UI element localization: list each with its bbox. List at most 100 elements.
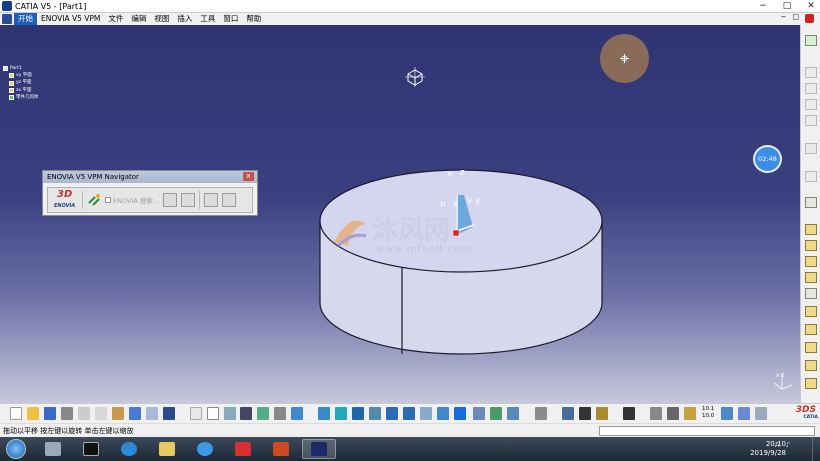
cut-icon[interactable]: [78, 407, 90, 420]
fly-mode-icon[interactable]: [318, 407, 330, 420]
material-icon[interactable]: [535, 407, 547, 420]
close-button[interactable]: ✕: [804, 0, 818, 12]
taskbar-app-xmind[interactable]: [226, 439, 260, 459]
mdi-close-button[interactable]: [805, 14, 814, 23]
tool-button[interactable]: [805, 342, 817, 353]
analysis-icon[interactable]: [291, 407, 303, 420]
tree-item-part-body[interactable]: 零件几何体: [3, 94, 39, 101]
sort-icon[interactable]: [738, 407, 750, 420]
zoom-in-icon[interactable]: [386, 407, 398, 420]
zoom-out-icon[interactable]: [403, 407, 415, 420]
tool-button[interactable]: [805, 99, 817, 110]
taskbar-app-powerpoint[interactable]: [264, 439, 298, 459]
volume-icon[interactable]: ♪: [786, 441, 790, 449]
connect-icon[interactable]: [87, 193, 101, 207]
taskbar-app-calculator[interactable]: [36, 439, 70, 459]
maximize-button[interactable]: □: [780, 0, 794, 12]
tool-button[interactable]: [805, 240, 817, 251]
tool-button[interactable]: [805, 171, 817, 182]
measure-icon[interactable]: [274, 407, 286, 420]
menu-file[interactable]: 文件: [104, 13, 127, 25]
swap-space-icon[interactable]: [507, 407, 519, 420]
shading-icon[interactable]: [473, 407, 485, 420]
menu-tools[interactable]: 工具: [196, 13, 219, 25]
compass-widget[interactable]: [600, 34, 649, 83]
tool-button[interactable]: [805, 197, 817, 208]
redo-icon[interactable]: [146, 407, 158, 420]
show-desktop-button[interactable]: [812, 437, 820, 461]
new-file-icon[interactable]: [10, 407, 22, 420]
tool-button[interactable]: [805, 288, 817, 299]
menu-window[interactable]: 窗口: [219, 13, 242, 25]
enovia-search-button[interactable]: ENOVIA 搜索...: [105, 195, 159, 205]
command-input[interactable]: [599, 426, 815, 436]
tool-button[interactable]: [805, 83, 817, 94]
copy-icon[interactable]: [95, 407, 107, 420]
orientation-cube-icon[interactable]: [404, 66, 426, 88]
formula-icon[interactable]: [190, 407, 202, 420]
tree-item-yz-plane[interactable]: yz 平面: [3, 79, 39, 86]
grid-icon[interactable]: [562, 407, 574, 420]
pan-icon[interactable]: [352, 407, 364, 420]
document-icon[interactable]: [2, 14, 12, 24]
table-icon[interactable]: [240, 407, 252, 420]
tree-root-part[interactable]: Part1: [3, 65, 39, 72]
search-checkbox[interactable]: [105, 197, 111, 203]
tools-icon[interactable]: [684, 407, 696, 420]
tree-item-zx-plane[interactable]: zx 平面: [3, 87, 39, 94]
navigator-tool-4-button[interactable]: [222, 193, 237, 207]
taskbar-app-terminal[interactable]: [74, 439, 108, 459]
sketcher-tool-button[interactable]: [805, 35, 817, 46]
fit-all-icon[interactable]: [335, 407, 347, 420]
navigator-tool-3-button[interactable]: [204, 193, 219, 207]
undo-icon[interactable]: [129, 407, 141, 420]
taskbar-app-browser[interactable]: [112, 439, 146, 459]
open-file-icon[interactable]: [27, 407, 39, 420]
menu-view[interactable]: 视图: [150, 13, 173, 25]
menu-enovia-vpm[interactable]: ENOVIA V5 VPM: [37, 13, 104, 25]
navigator-tool-2-button[interactable]: [181, 193, 196, 207]
mask-icon[interactable]: [579, 407, 591, 420]
menu-edit[interactable]: 编辑: [127, 13, 150, 25]
taskbar-app-catia[interactable]: [302, 439, 336, 459]
camera-icon[interactable]: [623, 407, 635, 420]
menu-help[interactable]: 帮助: [242, 13, 265, 25]
normal-view-icon[interactable]: [420, 407, 432, 420]
tree-item-xy-plane[interactable]: xy 平面: [3, 72, 39, 79]
3d-viewport[interactable]: Part1 xy 平面 yz 平面 zx 平面 零件几何体 v z u x v …: [0, 25, 800, 403]
menu-start[interactable]: 开始: [14, 13, 37, 25]
help-icon[interactable]: [163, 407, 175, 420]
snap-icon[interactable]: [721, 407, 733, 420]
tree-icon[interactable]: [257, 407, 269, 420]
navigator-tool-1-button[interactable]: [163, 193, 178, 207]
tool-button[interactable]: [805, 224, 817, 235]
tool-button[interactable]: [805, 324, 817, 335]
tool-button[interactable]: [805, 67, 817, 78]
multi-view-icon[interactable]: [437, 407, 449, 420]
taskbar-app-ie[interactable]: [188, 439, 222, 459]
rotate-icon[interactable]: [369, 407, 381, 420]
navigator-close-button[interactable]: x: [243, 172, 254, 181]
mdi-restore-button[interactable]: □: [792, 13, 799, 23]
tool-button[interactable]: [805, 378, 817, 389]
tool-button[interactable]: [805, 306, 817, 317]
comment-icon[interactable]: [207, 407, 219, 420]
tool-button[interactable]: [805, 115, 817, 126]
tool-button[interactable]: [805, 360, 817, 371]
tool-button[interactable]: [805, 143, 817, 154]
tool-button[interactable]: [805, 272, 817, 283]
light-icon[interactable]: [596, 407, 608, 420]
taskbar-app-explorer[interactable]: [150, 439, 184, 459]
floating-clock-bubble[interactable]: 02:48: [753, 145, 782, 173]
start-button[interactable]: [6, 439, 26, 459]
catalog-icon[interactable]: [224, 407, 236, 420]
navigator-header[interactable]: ENOVIA V5 VPM Navigator x: [43, 171, 257, 183]
list-icon[interactable]: [755, 407, 767, 420]
web-icon[interactable]: [667, 407, 679, 420]
iso-view-icon[interactable]: [454, 407, 466, 420]
print-icon[interactable]: [61, 407, 73, 420]
taskbar-clock[interactable]: 20:10 2019/9/28: [750, 440, 786, 458]
menu-insert[interactable]: 插入: [173, 13, 196, 25]
tool-button[interactable]: [805, 256, 817, 267]
minimize-button[interactable]: −: [756, 0, 770, 12]
